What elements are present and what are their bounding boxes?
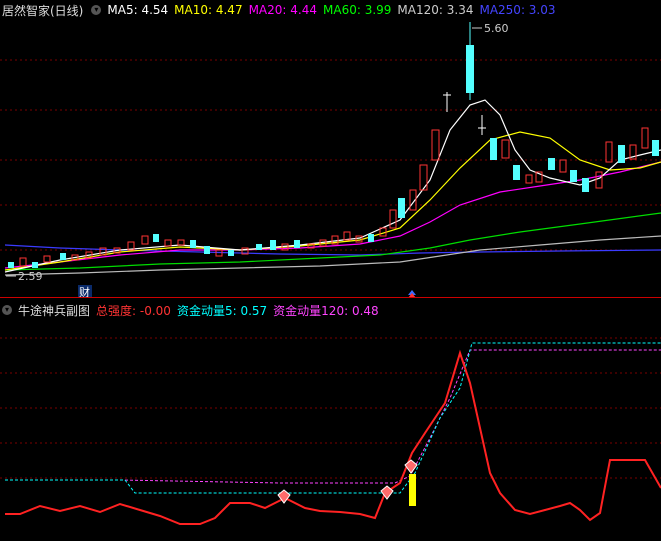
candlestick-chart[interactable]: 5.60 2.59 财 [0, 0, 661, 298]
low-price-label: 2.59 [18, 270, 43, 283]
ma20-line [4, 161, 661, 269]
fund-momentum120-line [5, 349, 661, 484]
high-price-label: 5.60 [484, 22, 509, 35]
candles [8, 22, 659, 268]
total-strength-line [5, 349, 661, 525]
sub-grid [0, 337, 661, 479]
signal-bar [409, 474, 416, 506]
main-chart-panel[interactable]: 居然智家(日线) ▾ MA5: 4.54 MA10: 4.47 MA20: 4.… [0, 0, 661, 298]
sub-chart-panel[interactable]: ▾ 牛途神兵副图 总强度: -0.00 资金动量5: 0.57 资金动量120:… [0, 298, 661, 541]
main-grid [0, 59, 661, 251]
ma250-line [4, 244, 661, 256]
indicator-chart[interactable] [0, 298, 661, 541]
fund-momentum5-line [5, 342, 661, 494]
diamond-signal-icon [404, 459, 418, 474]
